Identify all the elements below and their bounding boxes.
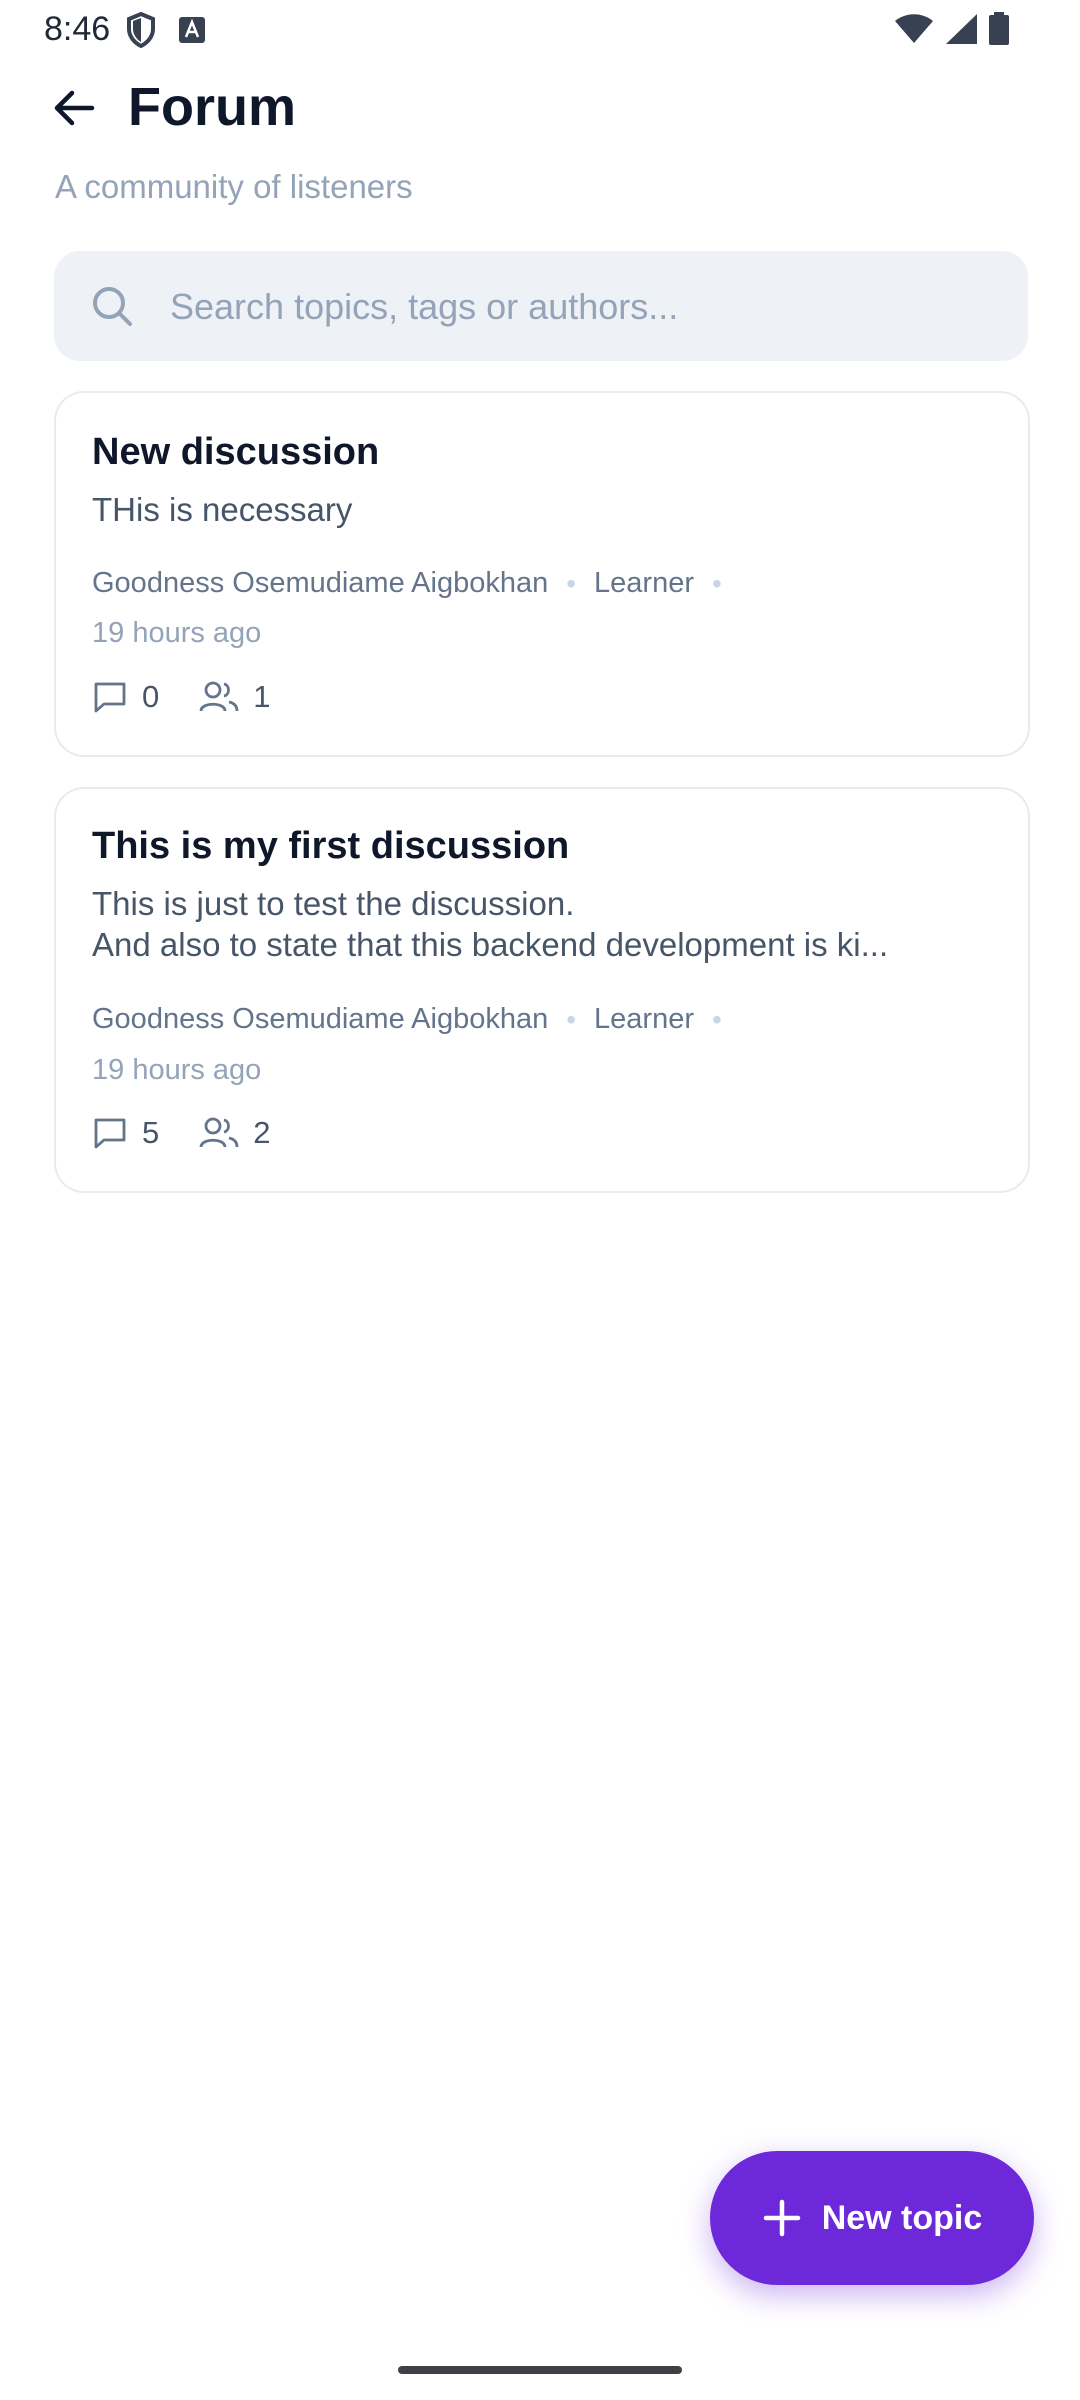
discussion-card[interactable]: This is my first discussion This is just… bbox=[54, 787, 1030, 1193]
separator-dot: • bbox=[712, 567, 722, 599]
users-icon bbox=[199, 681, 239, 712]
discussion-meta: Goodness Osemudiame Aigbokhan • Learner … bbox=[92, 1003, 740, 1036]
discussion-stats: 0 1 bbox=[92, 679, 311, 715]
discussion-excerpt: THis is necessary bbox=[92, 489, 992, 530]
discussion-title: This is my first discussion bbox=[92, 825, 570, 867]
wifi-icon bbox=[895, 14, 933, 43]
separator-dot: • bbox=[566, 567, 577, 599]
search-bar[interactable] bbox=[54, 251, 1028, 363]
discussion-meta: Goodness Osemudiame Aigbokhan • Learner … bbox=[92, 567, 740, 600]
separator-dot: • bbox=[566, 1003, 577, 1035]
search-input[interactable] bbox=[168, 251, 992, 363]
page-title: Forum bbox=[128, 77, 296, 137]
new-topic-button[interactable]: New topic bbox=[710, 2151, 1034, 2285]
shield-icon bbox=[127, 12, 155, 48]
participants-stat: 2 bbox=[199, 1115, 271, 1151]
status-time: 8:46 bbox=[44, 10, 111, 48]
participants-count: 2 bbox=[253, 1115, 271, 1150]
participants-stat: 1 bbox=[199, 679, 271, 715]
new-topic-label: New topic bbox=[821, 2198, 983, 2237]
users-icon bbox=[199, 1117, 239, 1148]
discussion-card[interactable]: New discussion THis is necessary Goodnes… bbox=[54, 391, 1030, 757]
excerpt-line: This is just to test the discussion. bbox=[92, 885, 575, 922]
excerpt-line: THis is necessary bbox=[92, 491, 353, 528]
search-icon bbox=[93, 287, 132, 326]
app-notification-icon bbox=[179, 17, 205, 43]
discussion-time: 19 hours ago bbox=[92, 617, 262, 649]
back-button[interactable] bbox=[44, 78, 104, 138]
discussion-excerpt: This is just to test the discussion. And… bbox=[92, 883, 992, 965]
discussion-time: 19 hours ago bbox=[92, 1054, 262, 1086]
signal-icon bbox=[946, 14, 977, 44]
author-role: Learner bbox=[594, 1003, 695, 1035]
page-subtitle: A community of listeners bbox=[55, 168, 413, 205]
replies-count: 5 bbox=[142, 1115, 160, 1150]
discussion-stats: 5 2 bbox=[92, 1115, 311, 1151]
arrow-left-icon bbox=[54, 90, 95, 126]
home-indicator[interactable] bbox=[398, 2366, 682, 2374]
replies-count: 0 bbox=[142, 679, 160, 714]
author-name[interactable]: Goodness Osemudiame Aigbokhan bbox=[92, 567, 548, 600]
status-bar: 8:46 bbox=[0, 0, 1080, 62]
separator-dot: • bbox=[712, 1003, 722, 1035]
replies-stat: 0 bbox=[92, 679, 159, 715]
participants-count: 1 bbox=[253, 679, 271, 714]
plus-icon bbox=[763, 2199, 800, 2237]
author-name[interactable]: Goodness Osemudiame Aigbokhan bbox=[92, 1003, 548, 1036]
replies-stat: 5 bbox=[92, 1115, 159, 1151]
author-role: Learner bbox=[594, 567, 695, 599]
excerpt-line: And also to state that this backend deve… bbox=[92, 926, 889, 963]
comment-icon bbox=[94, 682, 126, 713]
discussion-title: New discussion bbox=[92, 431, 380, 473]
battery-icon bbox=[989, 12, 1009, 45]
comment-icon bbox=[94, 1118, 126, 1149]
